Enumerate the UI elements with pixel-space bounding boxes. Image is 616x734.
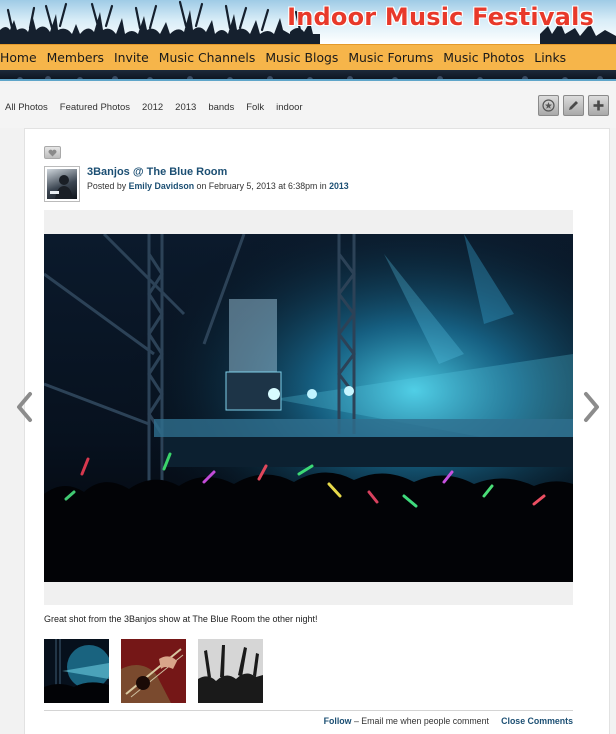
photo-subnav: All Photos Featured Photos 2012 2013 ban… <box>0 84 616 128</box>
heart-icon <box>48 149 57 156</box>
subnav-bands[interactable]: bands <box>208 102 234 113</box>
subnav-all-photos[interactable]: All Photos <box>5 102 48 113</box>
subnav-2013[interactable]: 2013 <box>175 102 196 113</box>
photo-category-links: All Photos Featured Photos 2012 2013 ban… <box>5 102 303 113</box>
post-meta: Posted by Emily Davidson on February 5, … <box>87 181 349 191</box>
crowd-strip-graphic <box>17 76 603 79</box>
author-avatar[interactable] <box>44 166 80 202</box>
add-photo-button[interactable] <box>588 95 609 116</box>
main-photo[interactable] <box>44 234 573 582</box>
subnav-2012[interactable]: 2012 <box>142 102 163 113</box>
site-title[interactable]: Indoor Music Festivals <box>287 3 594 31</box>
nav-item-invite[interactable]: Invite <box>109 50 154 65</box>
close-comments-link[interactable]: Close Comments <box>501 716 573 726</box>
follow-description: – Email me when people comment <box>353 716 489 726</box>
edit-button[interactable] <box>563 95 584 116</box>
subnav-folk[interactable]: Folk <box>246 102 264 113</box>
album-link[interactable]: 2013 <box>329 181 349 191</box>
nav-item-members[interactable]: Members <box>42 50 109 65</box>
site-banner: Indoor Music Festivals <box>0 0 616 44</box>
subnav-featured-photos[interactable]: Featured Photos <box>60 102 130 113</box>
avatar-photo-graphic <box>50 175 73 199</box>
thumbnail-guitar[interactable] <box>121 639 186 703</box>
pencil-icon <box>569 101 578 110</box>
thumbnail-stage[interactable] <box>44 639 109 703</box>
comments-divider <box>44 710 573 711</box>
nav-item-music-photos[interactable]: Music Photos <box>438 50 529 65</box>
thumbnail-stage-image <box>44 639 109 703</box>
concert-stage-photo <box>44 234 573 582</box>
nav-item-home[interactable]: Home <box>0 50 42 65</box>
follow-link[interactable]: Follow <box>324 716 352 726</box>
header-crowd-strip <box>0 70 616 81</box>
star-icon <box>542 99 555 112</box>
comment-actions: Follow – Email me when people comment Cl… <box>324 716 573 726</box>
main-nav: Home Members Invite Music Channels Music… <box>0 44 616 70</box>
avatar-image <box>47 169 77 199</box>
author-link[interactable]: Emily Davidson <box>129 181 195 191</box>
next-photo-arrow[interactable] <box>582 390 602 424</box>
like-button[interactable] <box>44 146 61 159</box>
plus-icon <box>593 100 604 111</box>
nav-item-links[interactable]: Links <box>529 50 571 65</box>
post-date: on February 5, 2013 at 6:38pm in <box>196 181 327 191</box>
posted-by-label: Posted by <box>87 181 127 191</box>
subnav-indoor[interactable]: indoor <box>276 102 302 113</box>
previous-photo-arrow[interactable] <box>14 390 34 424</box>
thumbnail-crowd-image <box>198 639 263 703</box>
nav-item-music-channels[interactable]: Music Channels <box>154 50 261 65</box>
photo-caption: Great shot from the 3Banjos show at The … <box>44 614 318 624</box>
thumbnail-guitar-image <box>121 639 186 703</box>
thumbnail-crowd[interactable] <box>198 639 263 703</box>
feature-button[interactable] <box>538 95 559 116</box>
nav-item-music-forums[interactable]: Music Forums <box>343 50 438 65</box>
nav-item-music-blogs[interactable]: Music Blogs <box>260 50 343 65</box>
photo-title-link[interactable]: 3Banjos @ The Blue Room <box>87 166 227 178</box>
